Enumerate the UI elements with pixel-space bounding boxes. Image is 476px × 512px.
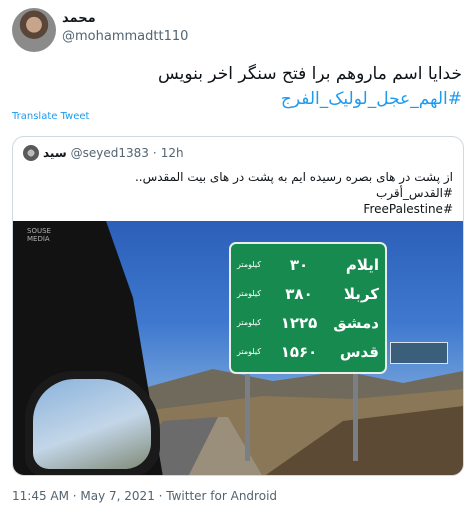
- sign-row: ایلام ۳۰ کیلومتر: [237, 250, 379, 279]
- sign-row: قدس ۱۵۶۰ کیلومتر: [237, 337, 379, 366]
- translate-tweet-link[interactable]: Translate Tweet: [12, 111, 89, 122]
- tweet-text-line: خدایا اسم ماروهم برا فتح سنگر اخر بنویس: [157, 64, 462, 84]
- sign-destination: دمشق: [333, 313, 379, 332]
- sign-destination: کربلا: [343, 284, 379, 303]
- author-handle[interactable]: @mohammadtt110: [62, 29, 188, 44]
- quoted-author-handle[interactable]: @seyed1383: [71, 146, 149, 160]
- quoted-hashtag-link[interactable]: #FreePalestine: [23, 201, 453, 217]
- sign-distance: ۳۰: [289, 255, 309, 274]
- sign-unit: کیلومتر: [237, 318, 262, 327]
- watermark-line: SOUSE: [27, 227, 51, 235]
- sign-unit: کیلومتر: [237, 289, 262, 298]
- photo-watermark: SOUSE MEDIA: [27, 227, 51, 243]
- sign-row: دمشق ۱۲۲۵ کیلومتر: [237, 308, 379, 337]
- sign-destination: ایلام: [345, 255, 379, 274]
- author-name[interactable]: محمد: [62, 11, 96, 26]
- quoted-tweet-text: از پشت در های بصره رسیده ایم به پشت در ه…: [23, 169, 453, 217]
- roadside-billboard: [390, 342, 448, 364]
- quoted-hashtag-link[interactable]: #القدس_أقرب: [23, 185, 453, 201]
- separator-dot: ·: [152, 146, 157, 160]
- sign-post-left: [245, 371, 250, 461]
- sign-distance: ۱۲۲۵: [280, 313, 318, 332]
- quoted-tweet-header: سید @seyed1383 · 12h: [23, 145, 184, 161]
- sign-row: کربلا ۳۸۰ کیلومتر: [237, 279, 379, 308]
- side-mirror-glass: [33, 379, 151, 469]
- quoted-text-line: از پشت در های بصره رسیده ایم به پشت در ه…: [134, 170, 453, 184]
- sign-unit: کیلومتر: [237, 347, 262, 356]
- author-avatar[interactable]: [12, 8, 56, 52]
- tweet-hashtag-link[interactable]: #الهم_عجل_لولیک_الفرج: [22, 87, 462, 112]
- quoted-author-avatar[interactable]: [23, 145, 39, 161]
- sign-distance: ۳۸۰: [285, 284, 313, 303]
- tweet-timestamp-source[interactable]: 11:45 AM · May 7, 2021 · Twitter for And…: [12, 489, 277, 503]
- sign-destination: قدس: [339, 342, 379, 361]
- sign-post-right: [353, 371, 358, 461]
- road-sign: ایلام ۳۰ کیلومتر کربلا ۳۸۰ کیلومتر دمشق …: [229, 242, 387, 374]
- watermark-line: MEDIA: [27, 235, 50, 243]
- quoted-author-name[interactable]: سید: [43, 146, 67, 160]
- quoted-tweet-photo[interactable]: SOUSE MEDIA ایلام ۳۰ کیلومتر کربلا ۳۸۰ ک…: [13, 221, 463, 475]
- sign-unit: کیلومتر: [237, 260, 262, 269]
- tweet-text: خدایا اسم ماروهم برا فتح سنگر اخر بنویس …: [22, 62, 462, 112]
- quoted-tweet-card[interactable]: سید @seyed1383 · 12h از پشت در های بصره …: [12, 136, 464, 476]
- sign-distance: ۱۵۶۰: [280, 342, 318, 361]
- quoted-tweet-time[interactable]: 12h: [161, 146, 184, 160]
